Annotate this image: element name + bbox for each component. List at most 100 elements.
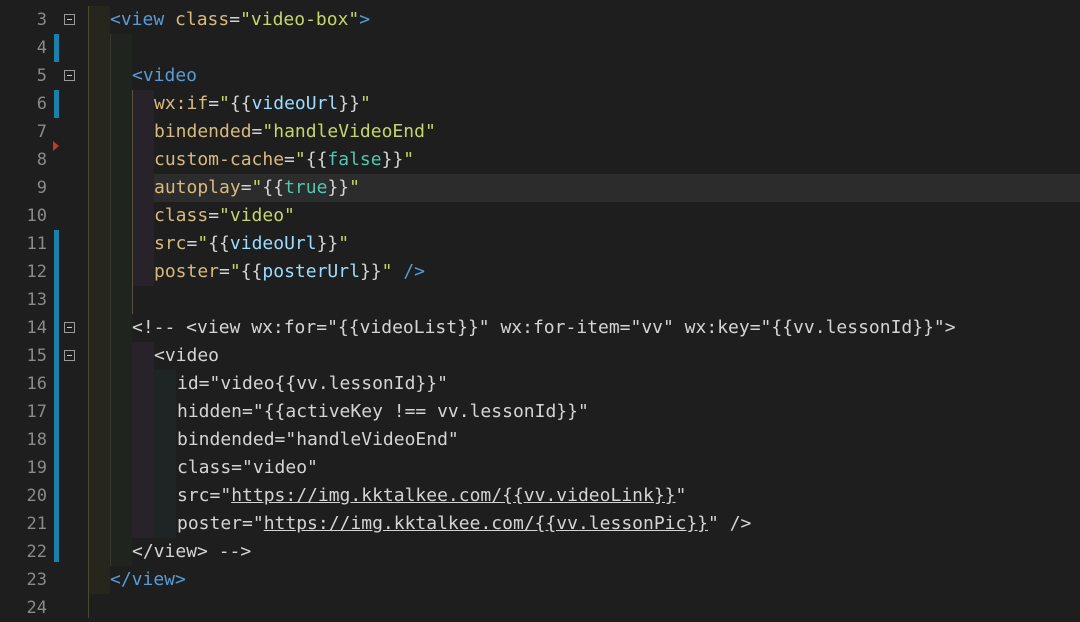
token-attr: wx:if xyxy=(154,93,209,114)
token-quote: " xyxy=(359,93,371,114)
token-eq: = xyxy=(284,149,295,170)
token-tag: > xyxy=(359,9,371,30)
code-line: poster="{{posterUrl}}" /> xyxy=(154,258,425,286)
token-eq: = xyxy=(251,121,263,142)
token-quote: " xyxy=(251,177,263,198)
token-eq: = xyxy=(208,93,220,114)
code-line-comment: </view> --> xyxy=(132,541,252,562)
code-line: custom-cache="{{false}}" xyxy=(154,146,414,174)
token-attr: class xyxy=(154,205,209,226)
token-mustache: }} xyxy=(359,261,382,282)
line-number: 17 xyxy=(26,402,47,422)
token-eq: = xyxy=(229,9,241,30)
token-eq: = xyxy=(240,177,252,198)
code-line-comment: src="https://img.kktalkee.com/{{vv.video… xyxy=(177,482,686,510)
token-quote: " xyxy=(381,261,393,282)
line-number: 11 xyxy=(26,234,47,254)
line-number: 6 xyxy=(36,94,47,114)
indent-guide-block xyxy=(110,314,132,566)
line-number: 13 xyxy=(26,290,47,310)
code-line-comment: id="video{{vv.lessonId}}" xyxy=(177,373,448,394)
line-number: 3 xyxy=(36,10,47,30)
code-line-comment: <video xyxy=(154,345,220,366)
modified-line-marker xyxy=(54,34,59,62)
line-number: 23 xyxy=(26,570,47,590)
token-quote: " xyxy=(219,93,230,114)
token-string: "video-box" xyxy=(240,9,360,30)
deleted-line-marker-icon xyxy=(53,141,59,151)
line-number: 14 xyxy=(26,318,47,338)
line-number: 7 xyxy=(36,122,47,142)
code-line: autoplay="{{true}}" xyxy=(154,174,360,202)
line-number: 22 xyxy=(26,542,47,562)
indent-guide-block xyxy=(132,90,154,286)
token-mustache: {{ xyxy=(262,177,285,198)
token-attr: class xyxy=(164,9,230,30)
token-quote: " xyxy=(294,149,306,170)
token-text: src=" xyxy=(177,485,232,506)
modified-line-marker xyxy=(54,90,59,118)
code-line: class="video" xyxy=(154,202,295,230)
line-number: 8 xyxy=(36,150,47,170)
indent-guide-line xyxy=(110,34,111,566)
token-string: "handleVideoEnd" xyxy=(262,121,436,142)
token-string: "video" xyxy=(219,205,295,226)
line-number: 9 xyxy=(36,178,47,198)
fold-toggle-icon[interactable] xyxy=(64,14,75,25)
token-mustache: {{ xyxy=(208,233,230,254)
indent-guide-line xyxy=(88,6,89,618)
token-text: poster=" xyxy=(177,513,264,534)
line-number: 10 xyxy=(26,206,47,226)
fold-toggle-icon[interactable] xyxy=(64,70,75,81)
token-mustache: }} xyxy=(338,93,360,114)
indent-guide-block xyxy=(88,6,110,594)
code-line-comment: hidden="{{activeKey !== vv.lessonId}}" xyxy=(177,401,589,422)
indent-guide-line xyxy=(132,90,133,314)
token-attr: src xyxy=(154,233,187,254)
line-number: 20 xyxy=(26,486,47,506)
url-link[interactable]: https://img.kktalkee.com/{{vv.lessonPic}… xyxy=(264,513,708,534)
code-line-comment: poster="https://img.kktalkee.com/{{vv.le… xyxy=(177,510,751,538)
fold-toggle-icon[interactable] xyxy=(64,350,75,361)
modified-line-marker xyxy=(54,230,59,562)
token-tag: /> xyxy=(392,261,425,282)
line-number: 4 xyxy=(36,38,47,58)
line-number: 18 xyxy=(26,430,47,450)
token-eq: = xyxy=(208,205,220,226)
token-attr: custom-cache xyxy=(154,149,285,170)
code-line-comment: <!-- <view wx:for="{{videoList}}" wx:for… xyxy=(132,317,956,338)
code-editor[interactable]: 3 4 5 6 7 8 9 10 11 12 13 14 15 16 17 18… xyxy=(0,6,1080,618)
token-boolean: true xyxy=(284,177,328,198)
line-number: 5 xyxy=(36,66,47,86)
fold-toggle-icon[interactable] xyxy=(64,322,75,333)
line-number: 16 xyxy=(26,374,47,394)
token-attr: autoplay xyxy=(154,177,241,198)
token-tag: <video xyxy=(132,65,198,86)
token-quote: " xyxy=(338,233,350,254)
token-mustache: }} xyxy=(327,177,350,198)
indent-guide-block xyxy=(154,370,176,538)
token-variable: posterUrl xyxy=(262,261,360,282)
token-eq: = xyxy=(219,261,230,282)
token-mustache: {{ xyxy=(240,261,263,282)
line-number: 19 xyxy=(26,458,47,478)
token-tag: <view xyxy=(110,9,165,30)
code-line-comment: bindended="handleVideoEnd" xyxy=(177,429,459,450)
code-line: src="{{videoUrl}}" xyxy=(154,230,349,258)
line-number: 15 xyxy=(26,346,47,366)
url-link[interactable]: https://img.kktalkee.com/{{vv.videoLink}… xyxy=(231,485,675,506)
gutter: 3 4 5 6 7 8 9 10 11 12 13 14 15 16 17 18… xyxy=(0,6,88,618)
token-mustache: {{ xyxy=(229,93,252,114)
token-mustache: {{ xyxy=(305,149,328,170)
token-quote: " xyxy=(349,177,360,198)
line-number: 21 xyxy=(26,514,47,534)
token-quote: " xyxy=(197,233,209,254)
indent-guide-block xyxy=(110,34,132,314)
code-line: <view class="video-box"> xyxy=(110,6,370,34)
indent-guide-block xyxy=(132,342,154,538)
token-quote: " xyxy=(403,149,415,170)
token-boolean: false xyxy=(327,149,382,170)
token-variable: videoUrl xyxy=(229,233,317,254)
token-text: " xyxy=(675,485,687,506)
token-mustache: }} xyxy=(381,149,404,170)
